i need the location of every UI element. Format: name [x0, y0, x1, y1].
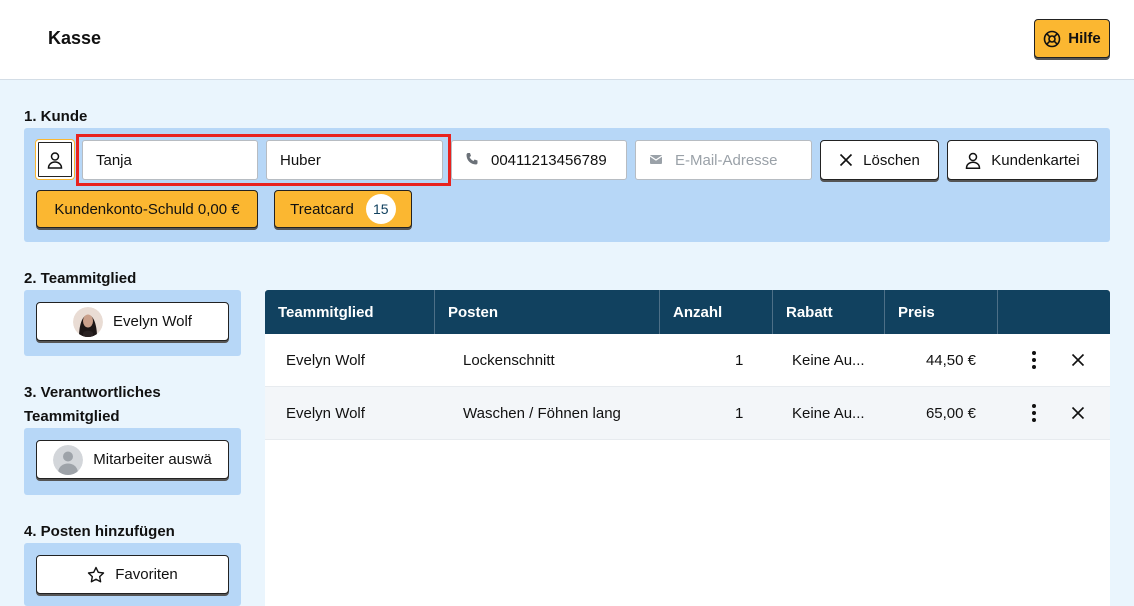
team-member-name: Evelyn Wolf — [113, 313, 192, 330]
column-header-discount: Rabatt — [773, 290, 885, 334]
clear-button[interactable]: Löschen — [820, 140, 939, 180]
envelope-icon — [649, 152, 665, 168]
phone-value: 00411213456789 — [491, 151, 607, 169]
clear-label: Löschen — [863, 151, 920, 169]
row-item: Waschen / Föhnen lang — [463, 404, 621, 422]
column-header-member: Teammitglied — [265, 290, 435, 334]
add-items-section-label: 4. Posten hinzufügen — [24, 523, 175, 540]
email-placeholder: E-Mail-Adresse — [675, 151, 778, 169]
avatar-placeholder-icon — [53, 444, 84, 475]
customer-card-label: Kundenkartei — [991, 151, 1080, 169]
remove-icon[interactable] — [1071, 353, 1085, 371]
account-debt-label: Kundenkonto-Schuld 0,00 € — [54, 200, 240, 218]
row-discount[interactable]: Keine Au... — [792, 352, 865, 369]
row-price: 65,00 € — [925, 404, 976, 422]
avatar — [73, 306, 104, 337]
top-header: Kasse Hilfe — [0, 0, 1134, 80]
team-member-button[interactable]: Evelyn Wolf — [36, 302, 229, 341]
column-header-actions — [998, 290, 1110, 334]
close-icon — [839, 153, 853, 167]
row-member: Evelyn Wolf — [286, 351, 365, 369]
email-field[interactable]: E-Mail-Adresse — [635, 140, 812, 180]
column-header-item: Posten — [435, 290, 660, 334]
remove-icon[interactable] — [1071, 406, 1085, 424]
more-vertical-icon[interactable] — [1027, 350, 1041, 374]
account-debt-button[interactable]: Kundenkonto-Schuld 0,00 € — [36, 190, 258, 228]
row-qty: 1 — [735, 351, 744, 369]
customer-card-button[interactable]: Kundenkartei — [947, 140, 1098, 180]
more-vertical-icon[interactable] — [1027, 403, 1041, 427]
table-row[interactable]: Evelyn Wolf Waschen / Föhnen lang 1 Kein… — [265, 387, 1110, 440]
items-table: Teammitglied Posten Anzahl Rabatt Preis … — [265, 290, 1110, 606]
customer-section-label: 1. Kunde — [24, 108, 88, 125]
person-icon — [46, 151, 64, 169]
favorites-button[interactable]: Favoriten — [36, 555, 229, 594]
name-fields-highlight — [76, 134, 451, 186]
table-header: Teammitglied Posten Anzahl Rabatt Preis — [265, 290, 1110, 334]
team-section-label: 2. Teammitglied — [24, 270, 137, 287]
lifebuoy-icon — [1043, 30, 1061, 48]
star-icon — [87, 566, 105, 584]
favorites-label: Favoriten — [115, 566, 178, 583]
treatcard-label: Treatcard — [290, 200, 354, 218]
responsible-section-label-line2: Teammitglied — [24, 408, 120, 425]
table-row[interactable]: Evelyn Wolf Lockenschnitt 1 Keine Au... … — [265, 334, 1110, 387]
person-icon — [965, 152, 981, 169]
treatcard-button[interactable]: Treatcard 15 — [274, 190, 412, 228]
column-header-price: Preis — [885, 290, 998, 334]
help-button[interactable]: Hilfe — [1034, 19, 1110, 58]
select-employee-button[interactable]: Mitarbeiter auswä — [36, 440, 229, 479]
row-member: Evelyn Wolf — [286, 404, 365, 422]
treatcard-count-badge: 15 — [365, 194, 396, 224]
phone-icon — [465, 152, 481, 168]
select-employee-label: Mitarbeiter auswä — [93, 451, 212, 468]
row-qty: 1 — [735, 404, 744, 422]
customer-search-button[interactable] — [35, 139, 75, 180]
row-item: Lockenschnitt — [463, 351, 555, 369]
row-price: 44,50 € — [925, 351, 976, 369]
responsible-section-label-line1: 3. Verantwortliches — [24, 384, 161, 401]
column-header-qty: Anzahl — [660, 290, 773, 334]
row-discount[interactable]: Keine Au... — [792, 405, 865, 422]
page-title: Kasse — [48, 28, 102, 48]
phone-field[interactable]: 00411213456789 — [451, 140, 627, 180]
help-label: Hilfe — [1068, 30, 1101, 47]
